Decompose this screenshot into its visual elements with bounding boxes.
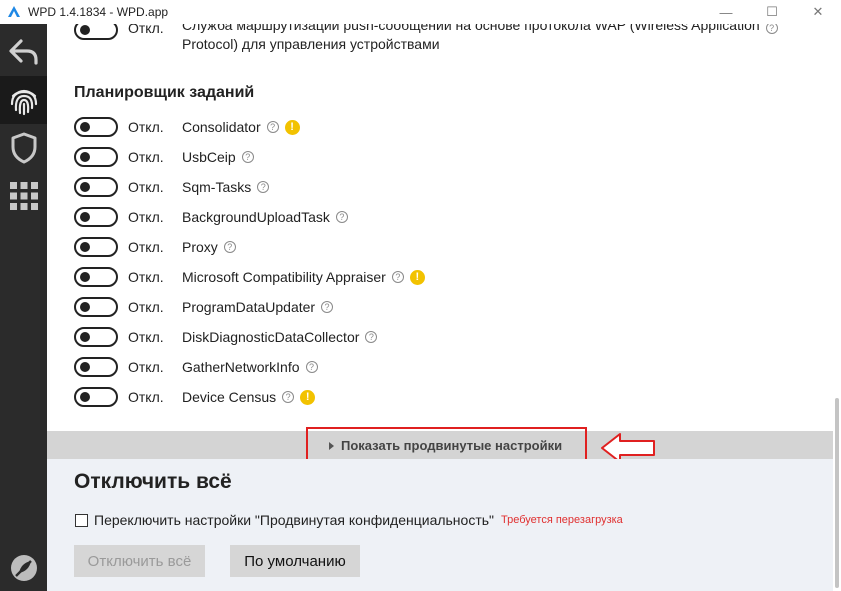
- help-icon[interactable]: ?: [321, 301, 334, 313]
- toggle-switch[interactable]: [74, 387, 118, 407]
- help-icon[interactable]: ?: [223, 241, 236, 253]
- help-icon[interactable]: ?: [335, 211, 348, 223]
- panel-title: Отключить всё: [74, 470, 232, 493]
- sidebar-item-firewall[interactable]: [0, 124, 47, 172]
- toggle-state: Откл.: [128, 209, 164, 225]
- toggle-switch[interactable]: [74, 237, 118, 257]
- list-item: Откл. Proxy?: [74, 236, 236, 258]
- help-icon[interactable]: ?: [305, 361, 318, 373]
- warning-icon[interactable]: !: [300, 389, 316, 405]
- item-label: Consolidator: [182, 119, 261, 135]
- toggle-state: Откл.: [128, 299, 164, 315]
- item-label: DiskDiagnosticDataCollector: [182, 329, 360, 345]
- list-item: Откл. ProgramDataUpdater?: [74, 296, 334, 318]
- title-bar: WPD 1.4.1834 - WPD.app — ☐ ✕: [0, 0, 841, 24]
- item-label: UsbCeip: [182, 149, 236, 165]
- help-icon[interactable]: ?: [241, 151, 254, 163]
- advanced-privacy-row: Переключить настройки "Продвинутая конфи…: [75, 512, 623, 528]
- sidebar-item-privacy[interactable]: [0, 76, 47, 124]
- help-icon[interactable]: ?: [266, 121, 279, 133]
- disable-all-button[interactable]: Отключить всё: [74, 545, 205, 577]
- checkbox-label[interactable]: Переключить настройки "Продвинутая конфи…: [94, 512, 494, 528]
- apps-grid-icon: [9, 182, 38, 210]
- fingerprint-icon: [10, 89, 37, 116]
- list-item: Откл. BackgroundUploadTask?: [74, 206, 348, 228]
- item-label: GatherNetworkInfo: [182, 359, 300, 375]
- window-title: WPD 1.4.1834 - WPD.app: [28, 5, 169, 19]
- list-item: Откл. DiskDiagnosticDataCollector?: [74, 326, 378, 348]
- disable-all-panel: Отключить всё Переключить настройки "Про…: [47, 459, 833, 591]
- item-label: Device Census: [182, 389, 277, 405]
- main-content: Откл. Служба маршрутизации push-сообщени…: [47, 24, 841, 591]
- list-item: Откл. Служба маршрутизации push-сообщени…: [74, 24, 778, 56]
- scrollbar-thumb[interactable]: [835, 398, 839, 588]
- toggle-switch[interactable]: [74, 207, 118, 227]
- maximize-button[interactable]: ☐: [749, 0, 795, 24]
- scrollbar[interactable]: [833, 24, 841, 591]
- list-item: Откл. Microsoft Compatibility Appraiser?!: [74, 266, 425, 288]
- shield-icon: [11, 132, 36, 164]
- toggle-switch[interactable]: [74, 117, 118, 137]
- warning-icon[interactable]: !: [284, 119, 300, 135]
- toggle-state: Откл.: [128, 269, 164, 285]
- help-icon[interactable]: ?: [257, 181, 270, 193]
- default-button[interactable]: По умолчанию: [230, 545, 360, 577]
- section-title: Планировщик заданий: [74, 84, 255, 101]
- item-label-line1: Служба маршрутизации push-сообщений на о…: [182, 24, 760, 33]
- toggle-switch[interactable]: [74, 297, 118, 317]
- item-label: Proxy: [182, 239, 218, 255]
- toggle-state: Откл.: [128, 24, 164, 36]
- toggle-state: Откл.: [128, 239, 164, 255]
- toggle-switch[interactable]: [74, 267, 118, 287]
- list-item: Откл. GatherNetworkInfo?: [74, 356, 318, 378]
- close-button[interactable]: ✕: [795, 0, 841, 24]
- list-item: Откл. Consolidator?!: [74, 116, 300, 138]
- item-label: Служба маршрутизации push-сообщений на о…: [182, 24, 760, 54]
- app-logo-icon: [8, 6, 20, 17]
- toggle-switch[interactable]: [74, 357, 118, 377]
- toggle-state: Откл.: [128, 389, 164, 405]
- advanced-privacy-checkbox[interactable]: [75, 513, 88, 527]
- feather-icon: [10, 555, 37, 581]
- restart-required-note: Требуется перезагрузка: [501, 514, 623, 526]
- sidebar-item-apps[interactable]: [0, 172, 47, 220]
- help-icon[interactable]: ?: [282, 391, 295, 403]
- list-item: Откл. Sqm-Tasks?: [74, 176, 270, 198]
- item-label: Sqm-Tasks: [182, 179, 252, 195]
- item-label: ProgramDataUpdater: [182, 299, 316, 315]
- sidebar-item-back[interactable]: [0, 28, 47, 76]
- toggle-switch[interactable]: [74, 24, 118, 40]
- toggle-state: Откл.: [128, 119, 164, 135]
- item-label: BackgroundUploadTask: [182, 209, 330, 225]
- toggle-switch[interactable]: [74, 147, 118, 167]
- toggle-state: Откл.: [128, 329, 164, 345]
- toggle-state: Откл.: [128, 149, 164, 165]
- toggle-switch[interactable]: [74, 327, 118, 347]
- toggle-state: Откл.: [128, 359, 164, 375]
- list-item: Откл. UsbCeip?: [74, 146, 254, 168]
- back-arrow-icon: [8, 39, 38, 65]
- help-icon[interactable]: ?: [365, 331, 378, 343]
- help-icon[interactable]: ?: [391, 271, 404, 283]
- help-icon[interactable]: ?: [765, 24, 778, 34]
- toggle-switch[interactable]: [74, 177, 118, 197]
- warning-icon[interactable]: !: [409, 269, 425, 285]
- toggle-state: Откл.: [128, 179, 164, 195]
- sidebar-item-about[interactable]: [0, 544, 47, 591]
- list-item: Откл. Device Census?!: [74, 386, 316, 408]
- item-label: Microsoft Compatibility Appraiser: [182, 269, 386, 285]
- sidebar: [0, 24, 47, 591]
- minimize-button[interactable]: —: [703, 0, 749, 24]
- item-label-line2: Protocol) для управления устройствами: [182, 36, 440, 52]
